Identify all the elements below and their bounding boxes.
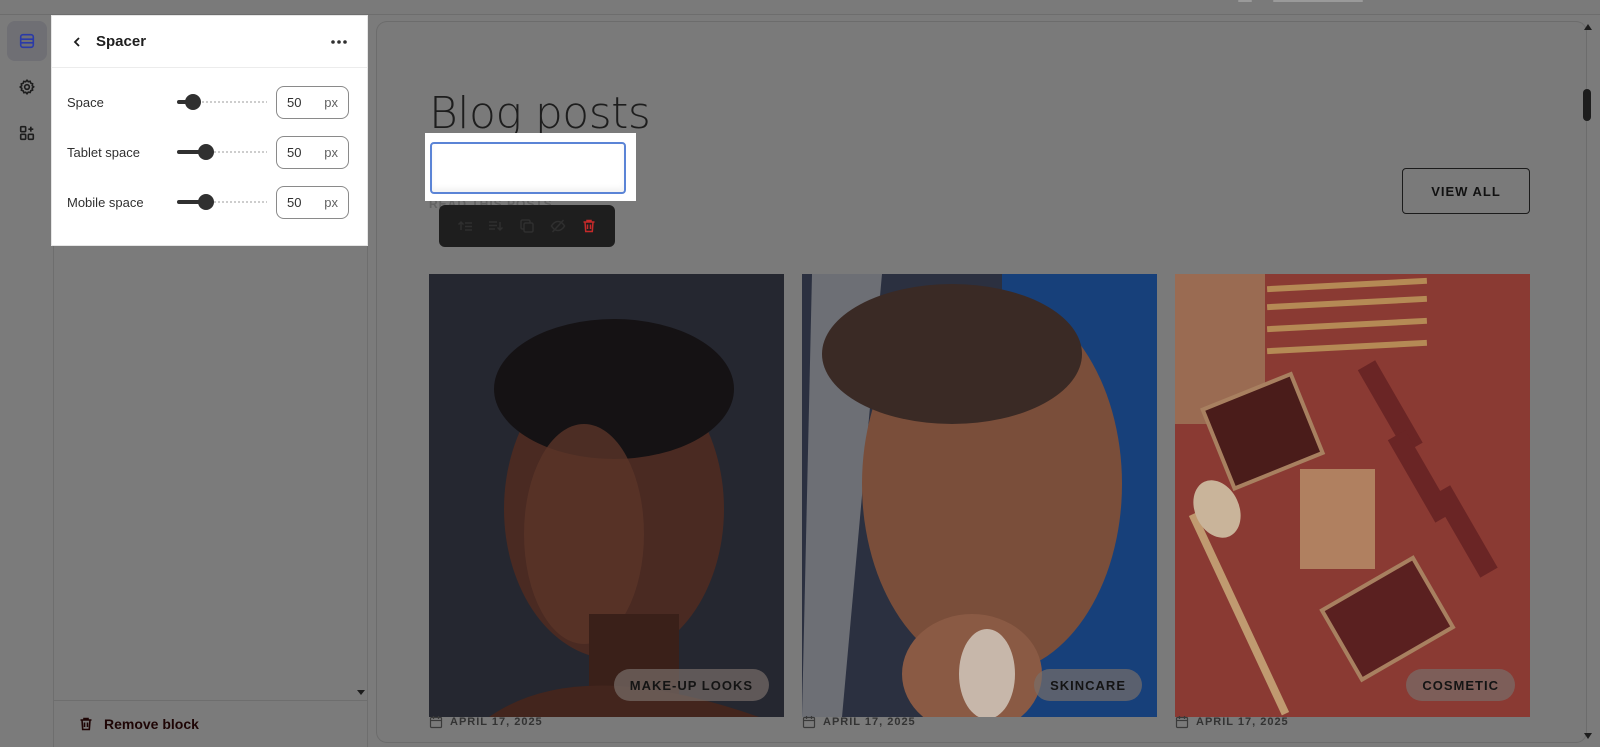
sections-button[interactable] xyxy=(7,21,47,61)
move-up-button[interactable] xyxy=(454,215,476,237)
sidebar-scroll-up[interactable] xyxy=(357,17,365,22)
space-slider[interactable] xyxy=(177,92,267,112)
settings-gear-icon xyxy=(19,79,35,96)
post-date-text: APRIL 17, 2025 xyxy=(823,716,916,728)
category-tag[interactable]: SKINCARE xyxy=(1034,669,1142,701)
preview-scroll-up[interactable] xyxy=(1584,24,1592,30)
tablet-space-label: Tablet space xyxy=(67,144,140,160)
post-date: APRIL 17, 2025 xyxy=(1175,715,1289,729)
duplicate-button[interactable] xyxy=(516,215,538,237)
category-tag[interactable]: COSMETIC xyxy=(1406,669,1515,701)
trash-icon xyxy=(80,717,92,731)
ellipsis-icon xyxy=(331,39,347,44)
blog-card[interactable]: MAKE-UP LOOKS xyxy=(429,274,784,717)
category-tag[interactable]: MAKE-UP LOOKS xyxy=(613,669,769,701)
left-rail xyxy=(0,15,54,747)
duplicate-icon xyxy=(520,219,534,233)
remove-block-label: Remove block xyxy=(104,716,199,732)
preview-scroll-down[interactable] xyxy=(1584,733,1592,739)
trash-icon xyxy=(583,219,595,233)
mobile-space-input[interactable] xyxy=(287,194,321,210)
tablet-space-input[interactable] xyxy=(287,144,321,160)
top-bar xyxy=(0,0,1600,15)
more-options-button[interactable] xyxy=(325,30,353,54)
spacer-settings-panel: Spacer Space px Tablet space px Mobile s… xyxy=(52,16,367,245)
view-all-button[interactable]: VIEW ALL xyxy=(1402,168,1530,214)
settings-button[interactable] xyxy=(7,67,47,107)
calendar-icon xyxy=(429,716,443,729)
slider-thumb[interactable] xyxy=(198,194,214,210)
page-title: Blog posts xyxy=(429,88,651,139)
sections-icon xyxy=(19,33,35,49)
move-up-icon xyxy=(457,220,472,231)
delete-button[interactable] xyxy=(578,215,600,237)
calendar-icon xyxy=(802,716,816,729)
remove-block-button[interactable]: Remove block xyxy=(54,700,368,747)
slider-thumb[interactable] xyxy=(198,144,214,160)
chevron-left-icon xyxy=(73,36,80,47)
apps-button[interactable] xyxy=(7,113,47,153)
move-down-button[interactable] xyxy=(485,215,507,237)
tablet-space-slider[interactable] xyxy=(177,142,267,162)
mobile-space-input-box: px xyxy=(276,185,349,219)
blog-card[interactable]: SKINCARE xyxy=(802,274,1157,717)
blog-card[interactable]: COSMETIC xyxy=(1175,274,1530,717)
top-bar-control[interactable] xyxy=(1238,0,1252,2)
sidebar-scroll-down[interactable] xyxy=(357,690,365,695)
eye-slash-icon xyxy=(550,219,566,233)
mobile-space-slider[interactable] xyxy=(177,192,267,212)
blog-card-image xyxy=(802,274,1157,717)
calendar-icon xyxy=(1175,716,1189,729)
unit-label: px xyxy=(324,194,338,210)
blog-card-image xyxy=(1175,274,1530,717)
panel-title: Spacer xyxy=(96,33,147,50)
tablet-space-input-box: px xyxy=(276,135,349,169)
hide-button[interactable] xyxy=(547,215,569,237)
block-toolbar xyxy=(439,205,615,247)
mobile-space-row: Mobile space px xyxy=(52,184,367,220)
post-date-text: APRIL 17, 2025 xyxy=(1196,716,1289,728)
back-button[interactable] xyxy=(66,31,88,53)
selected-spacer-block[interactable] xyxy=(430,142,626,194)
slider-thumb[interactable] xyxy=(185,94,201,110)
blog-card-image xyxy=(429,274,784,717)
space-label: Space xyxy=(67,94,104,110)
space-input[interactable] xyxy=(287,94,321,110)
unit-label: px xyxy=(324,94,338,110)
unit-label: px xyxy=(324,144,338,160)
panel-header: Spacer xyxy=(52,16,367,68)
post-date-text: APRIL 17, 2025 xyxy=(450,716,543,728)
tablet-space-row: Tablet space px xyxy=(52,134,367,170)
preview-canvas: Blog posts READ THIS POSTS VIEW ALL MAKE… xyxy=(377,22,1586,742)
space-row: Space px xyxy=(52,84,367,120)
post-date: APRIL 17, 2025 xyxy=(429,715,543,729)
post-date: APRIL 17, 2025 xyxy=(802,715,916,729)
preview-scrollbar-thumb[interactable] xyxy=(1583,89,1591,121)
apps-icon xyxy=(19,125,35,141)
mobile-space-label: Mobile space xyxy=(67,194,144,210)
space-input-box: px xyxy=(276,85,349,119)
move-down-icon xyxy=(488,221,503,232)
top-bar-control[interactable] xyxy=(1273,0,1363,2)
